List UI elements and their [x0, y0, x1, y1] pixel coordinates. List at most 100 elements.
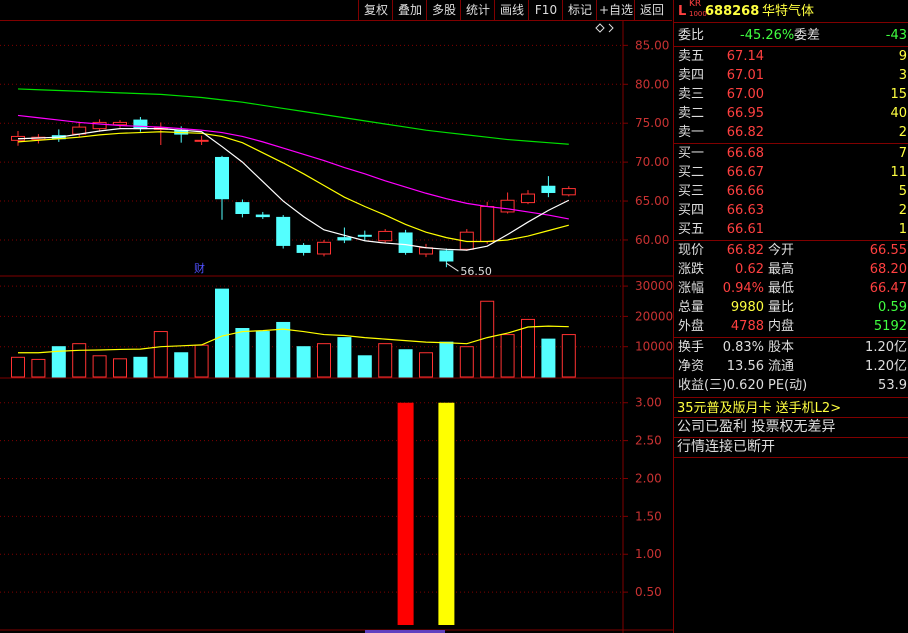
weibi-value: -45.26%: [740, 28, 795, 43]
stat-value: 1.20亿: [865, 340, 907, 355]
ask-price: 67.01: [726, 68, 764, 83]
volume-bar: [31, 358, 46, 378]
stat-value: 13.56: [726, 359, 764, 374]
stat-label: PE(动): [768, 378, 808, 393]
volume-bar: [337, 337, 352, 378]
stat-label: 涨跌: [678, 262, 705, 277]
bid-row: 买二 66.67 11: [674, 163, 908, 182]
stat-value: 0.62: [735, 262, 764, 277]
bid-price: 66.63: [726, 203, 764, 218]
stat-label: 流通: [768, 359, 795, 374]
candle-body: [317, 241, 331, 255]
toolbar-button[interactable]: 多股: [426, 0, 461, 20]
stat-value: 0.59: [878, 300, 907, 315]
volume-bar: [133, 356, 148, 378]
bid-row: 买五 66.61 1: [674, 220, 908, 239]
quote-panel: L KR 1000 688268 华特气体 委比 -45.26% 委差 -43 …: [673, 0, 908, 633]
price-axis-label: 75.00: [635, 116, 669, 130]
stat-value: 1.20亿: [865, 359, 907, 374]
toolbar-button[interactable]: 叠加: [392, 0, 427, 20]
price-axis-label: 85.00: [635, 38, 669, 52]
bid-label: 买三: [678, 184, 705, 199]
toolbar-button[interactable]: 画线: [494, 0, 529, 20]
candle-body: [133, 119, 148, 130]
toolbar-button[interactable]: 标记: [562, 0, 597, 20]
chart-canvas[interactable]: 85.00 80.00 75.00 70.00 65.00 60.00 30000 20000…: [0, 0, 673, 633]
volume-bar: [215, 288, 229, 378]
stat-label: 今开: [768, 243, 795, 258]
volume-bar: [459, 346, 474, 378]
indicator-axis-label: 1.00: [635, 547, 662, 561]
bid-volume: 2: [898, 203, 907, 218]
bid-label: 买二: [678, 165, 705, 180]
bid-volume: 7: [898, 146, 907, 161]
toolbar-button[interactable]: F10: [528, 0, 563, 20]
indicator-axis-label: 2.50: [635, 434, 662, 448]
candle-body: [378, 230, 393, 242]
candle-body: [215, 156, 229, 200]
stock-name: 华特气体: [762, 4, 815, 19]
ask-price: 67.00: [726, 87, 764, 102]
toolbar-button[interactable]: 统计: [460, 0, 495, 20]
stat-label: 净资: [678, 359, 705, 374]
ask-row: 卖五 67.14 9: [674, 47, 908, 66]
volume-bar: [255, 331, 270, 378]
toolbar-button[interactable]: 返回: [634, 0, 669, 20]
volume-bar: [11, 356, 25, 378]
bid-price: 66.68: [726, 146, 764, 161]
notice-profit: 公司已盈利 投票权无差异: [674, 418, 908, 437]
ask-row: 卖三 67.00 15: [674, 85, 908, 104]
promo-link[interactable]: 35元普及版月卡 送手机L2>: [674, 399, 908, 418]
candle-body: [480, 205, 495, 243]
stock-code: 688268: [705, 4, 760, 19]
candle-body: [296, 244, 311, 253]
stat-value: 0.620: [726, 378, 764, 393]
stat-label: 股本: [768, 340, 795, 355]
notice-connection: 行情连接已断开: [674, 438, 908, 457]
price-axis-label: 65.00: [635, 194, 669, 208]
stat-label: 内盘: [768, 319, 795, 334]
ask-volume: 15: [890, 87, 907, 102]
indicator-axis-label: 0.50: [635, 585, 662, 599]
stock-header: L KR 1000 688268 华特气体: [674, 0, 908, 21]
ask-price: 67.14: [726, 49, 764, 64]
low-annotation-arrow: [446, 262, 459, 272]
volume-bar: [541, 338, 556, 378]
level-badge: L: [678, 4, 687, 19]
price-axis-label: 70.00: [635, 155, 669, 169]
volume-bar: [153, 331, 168, 378]
toolbar-button[interactable]: 复权: [358, 0, 393, 20]
volume-bar: [378, 343, 393, 378]
toolbar-button[interactable]: +自选: [596, 0, 635, 20]
bid-price: 66.66: [726, 184, 764, 199]
stat-label: 涨幅: [678, 281, 705, 296]
weicha-label: 委差: [794, 28, 821, 43]
candle-body: [357, 234, 372, 237]
ask-volume: 40: [890, 106, 907, 121]
promo-text[interactable]: 35元普及版月卡 送手机L2>: [677, 399, 841, 418]
volume-bar: [72, 343, 87, 378]
notice-profit-text: 公司已盈利 投票权无差异: [677, 419, 836, 435]
price-axis-label: 60.00: [635, 233, 669, 247]
volume-bar: [113, 358, 127, 378]
stat-value: 66.55: [869, 243, 907, 258]
stat2-row: 换手 0.83% 股本 1.20亿: [674, 338, 908, 357]
volume-axis-label: 30000: [635, 279, 673, 293]
volume-bar: [296, 346, 311, 378]
notice-connection-text: 行情连接已断开: [677, 439, 775, 455]
stat-value: 5192: [873, 319, 907, 334]
ask-label: 卖一: [678, 125, 705, 140]
stat-row: 外盘 4788 内盘 5192: [674, 317, 908, 336]
candle-body: [255, 214, 270, 218]
volume-bar: [500, 334, 515, 378]
stat-value: 4788: [730, 319, 764, 334]
stat-label: 总量: [678, 300, 705, 315]
event-marker: 财: [194, 261, 205, 275]
volume-bar: [194, 344, 209, 378]
candle-body: [541, 185, 556, 193]
volume-bar: [398, 349, 413, 378]
stat-value: 0.83%: [722, 340, 764, 355]
candle-body: [561, 188, 576, 196]
ask-volume: 9: [898, 49, 907, 64]
candle-body: [521, 193, 535, 204]
